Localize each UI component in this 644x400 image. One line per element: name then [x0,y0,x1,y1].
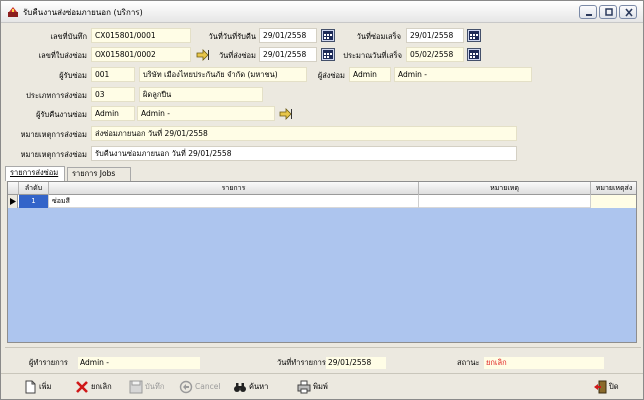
sender-name-field: Admin - [394,67,532,82]
main-window: รับคืนงานส่งซ่อมภายนอก (บริการ) เลขที่บั… [0,0,644,400]
receiver-label: ผู้รับคืนงานซ่อม [36,110,87,119]
new-button[interactable]: เพิ่ม [23,378,63,396]
print-button-label: พิมพ์ [313,382,328,391]
row-item-cell[interactable]: ซ่อมสี [49,195,419,208]
save-button[interactable]: บันทึก [129,378,173,396]
grid-header: ลำดับ รายการ หมายเหตุ หมายเหตุส่ง [8,182,636,195]
repair-type-code-field[interactable]: 03 [91,87,135,102]
send-note-field[interactable]: ส่งซ่อมภายนอก วันที่ 29/01/2558 [91,126,517,141]
close-button-label: ปิด [609,382,619,391]
repair-done-label: วันที่ซ่อมเสร็จ [356,32,401,41]
repair-items-grid: ลำดับ รายการ หมายเหตุ หมายเหตุส่ง 1 ซ่อม… [7,181,637,343]
repair-type-label: ประเภทการส่งซ่อม [26,91,87,100]
undo-icon [179,380,193,394]
created-date-value: 29/01/2558 [326,357,386,369]
tab-repair-items[interactable]: รายการส่งซ่อม [5,166,65,181]
sender-label: ผู้ส่งซ่อม [317,71,345,80]
footer-divider [5,347,641,348]
search-button-label: ค้นหา [249,382,269,391]
row-send-note-cell[interactable] [591,195,636,208]
repairer-label: ผู้รับซ่อม [59,71,87,80]
send-date-label: วันที่ส่งซ่อม [218,51,256,60]
repair-done-calendar-button[interactable] [467,29,481,42]
repairer-code-field[interactable]: 001 [91,67,135,82]
grid-header-note[interactable]: หมายเหตุ [419,182,591,195]
printer-icon [297,380,311,394]
app-tools-icon [7,6,19,18]
send-date-calendar-button[interactable] [321,48,335,61]
status-label: สถานะ [457,358,480,367]
repair-done-date-field[interactable]: 29/01/2558 [406,28,464,43]
current-row-arrow-icon [8,195,18,208]
exit-door-icon [593,380,607,394]
grid-header-send-note[interactable]: หมายเหตุส่ง [591,182,636,195]
row-no-cell[interactable]: 1 [19,195,49,208]
receive-no-label: เลขที่บันทึก [50,32,87,41]
receive-date-label: วันที่วันที่รับคืน [208,32,257,41]
receive-date-field[interactable]: 29/01/2558 [259,28,317,43]
receive-note-field[interactable]: รับคืนงานซ่อมภายนอก วันที่ 29/01/2558 [91,146,517,161]
repair-type-name-field: ผิดลูกปืน [139,87,263,102]
send-no-field[interactable]: OX015801/0002 [91,47,191,62]
cancel-button-label: Cancel [195,382,221,391]
receiver-lookup-icon[interactable] [279,108,293,120]
status-badge: ยกเลิก [484,357,604,369]
sender-code-field[interactable]: Admin [349,67,391,82]
close-button[interactable]: ปิด [593,378,629,396]
save-button-label: บันทึก [145,382,165,391]
creator-value: Admin - [78,357,200,369]
est-done-date-field[interactable]: 05/02/2558 [406,47,464,62]
new-button-label: เพิ่ม [39,382,52,391]
receiver-name-field: Admin - [137,106,275,121]
print-button[interactable]: พิมพ์ [297,378,341,396]
row-note-cell[interactable] [419,195,591,208]
repairer-name-field: บริษัท เมืองไทยประกันภัย จำกัด (มหาชน) [139,67,307,82]
new-document-icon [23,380,37,394]
send-date-field[interactable]: 29/01/2558 [259,47,317,62]
tab-jobs[interactable]: รายการ Jobs [67,167,131,181]
send-no-label: เลขที่ใบส่งซ่อม [38,51,87,60]
cancel-document-label: ยกเลิก [91,382,112,391]
window-title: รับคืนงานส่งซ่อมภายนอก (บริการ) [23,8,143,17]
title-bar[interactable]: รับคืนงานส่งซ่อมภายนอก (บริการ) [1,1,643,23]
receive-date-calendar-button[interactable] [321,29,335,42]
cancel-document-button[interactable]: ยกเลิก [75,378,125,396]
cancel-button[interactable]: Cancel [179,378,227,396]
grid-header-item[interactable]: รายการ [49,182,419,195]
creator-label: ผู้ทำรายการ [29,358,68,367]
save-disk-icon [129,380,143,394]
red-x-icon [75,380,89,394]
grid-header-indicator [8,182,19,195]
receive-no-field[interactable]: CX015801/0001 [91,28,191,43]
bottom-toolbar: เพิ่ม ยกเลิก บันทึก Cancel ค้นหา พิมพ์ ป… [1,373,643,399]
created-date-label: วันที่ทำรายการ [277,358,326,367]
send-note-label: หมายเหตุการส่งซ่อม [20,130,87,139]
receiver-code-field[interactable]: Admin [91,106,135,121]
binoculars-icon [233,380,247,394]
est-done-label: ประมาณวันที่เสร็จ [343,51,402,60]
table-row[interactable]: 1 ซ่อมสี [8,195,636,208]
grid-header-no[interactable]: ลำดับ [19,182,49,195]
receive-note-label: หมายเหตุการส่งซ่อม [20,150,87,159]
est-done-calendar-button[interactable] [467,48,481,61]
close-window-button[interactable] [619,5,637,19]
minimize-button[interactable] [579,5,597,19]
search-button[interactable]: ค้นหา [233,378,277,396]
maximize-button[interactable] [599,5,617,19]
